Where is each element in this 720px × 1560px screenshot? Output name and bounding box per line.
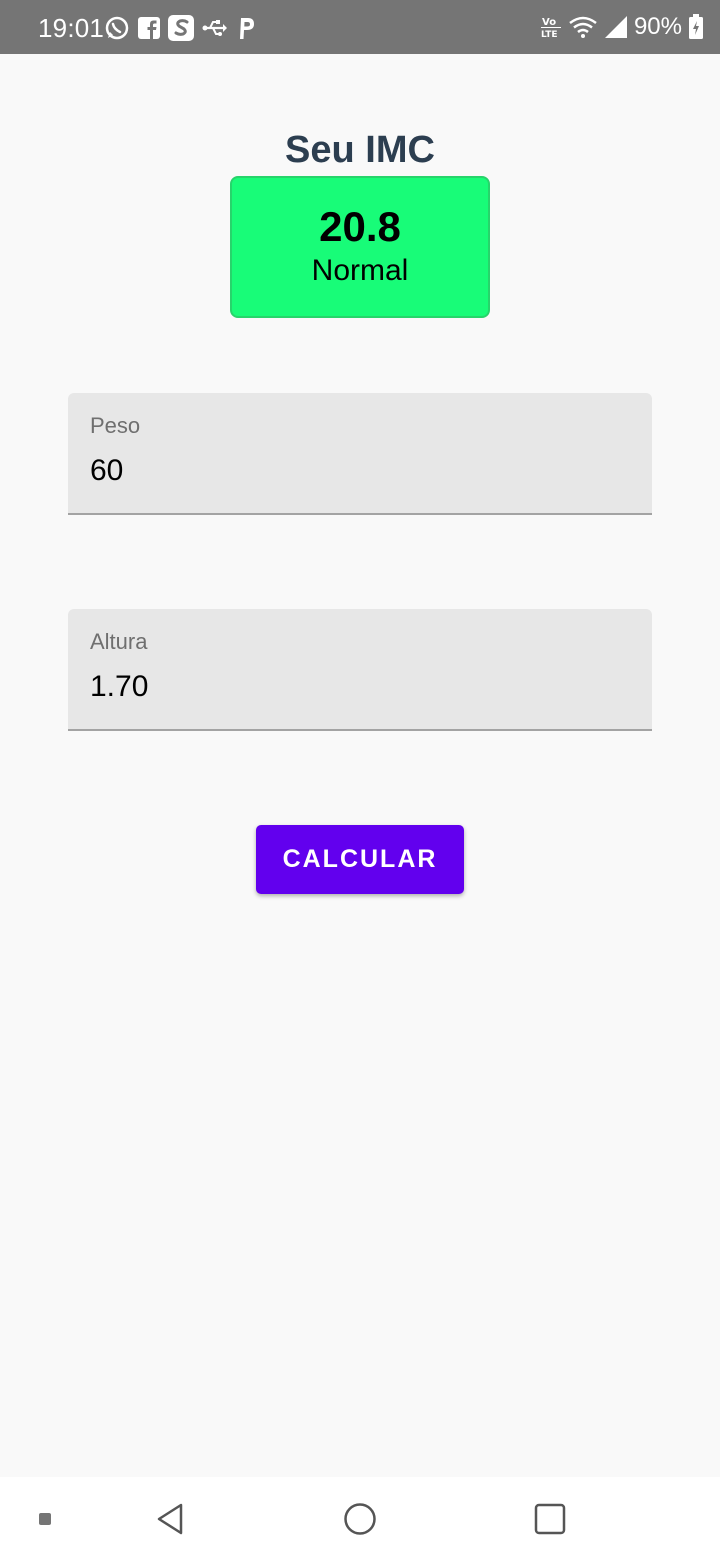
system-icons: Vo LTE 90%	[540, 12, 704, 42]
height-field[interactable]: Altura	[68, 609, 652, 731]
weight-input[interactable]	[90, 451, 630, 491]
status-bar: 19:01 Vo LTE 90%	[0, 0, 720, 54]
bmi-classification: Normal	[311, 254, 409, 287]
svg-text:LTE: LTE	[541, 30, 558, 40]
notification-icons	[104, 14, 256, 42]
p-app-icon	[236, 16, 256, 40]
calculate-button[interactable]: CALCULAR	[256, 825, 464, 894]
wifi-icon	[568, 15, 598, 39]
height-label: Altura	[90, 629, 148, 654]
navigation-bar	[0, 1477, 720, 1560]
facebook-icon	[138, 17, 160, 39]
weight-label: Peso	[90, 413, 141, 438]
bmi-value: 20.8	[319, 203, 401, 250]
status-time: 19:01	[38, 13, 105, 43]
battery-percentage: 90%	[633, 13, 682, 40]
height-input[interactable]	[90, 667, 630, 707]
signal-icon	[604, 15, 628, 39]
s-app-icon	[168, 15, 194, 41]
volte-icon: Vo LTE	[540, 14, 562, 40]
bmi-title: Seu IMC	[285, 129, 435, 171]
battery-icon	[688, 14, 704, 40]
whatsapp-icon	[104, 15, 130, 41]
recent-dot-icon	[30, 1477, 60, 1560]
bmi-result-card: 20.8 Normal	[230, 176, 490, 318]
home-icon[interactable]	[330, 1477, 390, 1560]
overview-icon[interactable]	[520, 1477, 580, 1560]
weight-field[interactable]: Peso	[68, 393, 652, 515]
back-icon[interactable]	[140, 1477, 200, 1560]
usb-icon	[202, 18, 228, 38]
svg-text:Vo: Vo	[542, 17, 556, 28]
